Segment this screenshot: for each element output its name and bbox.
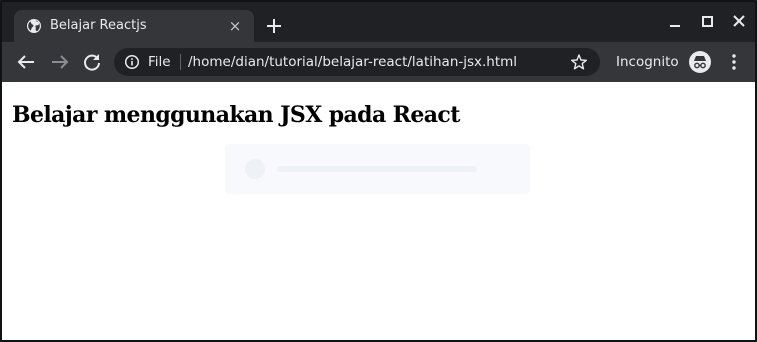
tab-close-button[interactable]: × xyxy=(227,18,243,34)
arrow-right-icon[interactable] xyxy=(48,50,72,74)
tab-title: Belajar Reactjs xyxy=(50,18,147,33)
page-heading: Belajar menggunakan JSX pada React xyxy=(12,102,460,128)
browser-window: Belajar Reactjs × File /home/dian/tutori… xyxy=(0,0,757,342)
minimize-icon[interactable] xyxy=(663,12,687,32)
new-tab-button[interactable] xyxy=(264,16,284,36)
faded-overlay xyxy=(225,144,530,194)
arrow-left-icon[interactable] xyxy=(14,50,38,74)
globe-icon xyxy=(27,19,41,33)
kebab-menu-icon[interactable] xyxy=(724,52,744,72)
info-icon[interactable] xyxy=(124,54,140,70)
star-icon[interactable] xyxy=(570,53,588,71)
close-icon[interactable] xyxy=(727,12,751,32)
reload-icon[interactable] xyxy=(80,50,104,74)
scheme-label: File xyxy=(148,54,171,70)
url-text[interactable]: /home/dian/tutorial/belajar-react/latiha… xyxy=(188,54,517,70)
incognito-label: Incognito xyxy=(616,54,679,70)
address-bar[interactable]: File /home/dian/tutorial/belajar-react/l… xyxy=(114,48,600,76)
maximize-icon[interactable] xyxy=(695,12,719,32)
omnibox-divider xyxy=(180,54,181,70)
tab-strip: Belajar Reactjs × xyxy=(2,2,755,42)
page-content: Belajar menggunakan JSX pada React xyxy=(2,82,755,340)
toolbar: File /home/dian/tutorial/belajar-react/l… xyxy=(2,42,755,82)
tab-belajar-reactjs[interactable]: Belajar Reactjs × xyxy=(14,10,254,42)
faded-overlay-icon xyxy=(245,159,265,179)
faded-overlay-line xyxy=(277,166,477,172)
incognito-icon[interactable] xyxy=(688,50,712,74)
